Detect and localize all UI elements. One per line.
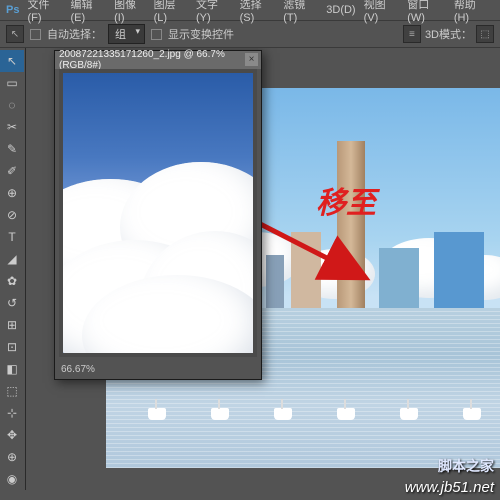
document-title: 20087221335171260_2.jpg @ 66.7%(RGB/8#) bbox=[59, 49, 257, 71]
tool-6[interactable]: ⊕ bbox=[0, 182, 24, 204]
show-transform-checkbox[interactable] bbox=[151, 29, 162, 40]
menu-layer[interactable]: 图层(L) bbox=[152, 0, 190, 25]
tool-12[interactable]: ⊞ bbox=[0, 314, 24, 336]
close-icon[interactable]: × bbox=[245, 53, 258, 66]
building bbox=[266, 255, 284, 308]
building bbox=[434, 232, 484, 308]
tool-17[interactable]: ✥ bbox=[0, 424, 24, 446]
menu-edit[interactable]: 编辑(E) bbox=[68, 0, 108, 25]
tool-15[interactable]: ⬚ bbox=[0, 380, 24, 402]
menu-bar: Ps 文件(F) 编辑(E) 图像(I) 图层(L) 文字(Y) 选择(S) 滤… bbox=[0, 0, 500, 20]
tool-5[interactable]: ✐ bbox=[0, 160, 24, 182]
d3-icon[interactable]: ⬚ bbox=[476, 25, 494, 43]
tool-13[interactable]: ⊡ bbox=[0, 336, 24, 358]
zoom-level[interactable]: 66.67% bbox=[61, 364, 95, 375]
tool-9[interactable]: ◢ bbox=[0, 248, 24, 270]
floating-window-titlebar[interactable]: 20087221335171260_2.jpg @ 66.7%(RGB/8#) … bbox=[55, 51, 261, 69]
menu-text[interactable]: 文字(Y) bbox=[194, 0, 234, 25]
d3-mode-label: 3D模式： bbox=[425, 26, 472, 42]
boats bbox=[106, 400, 500, 420]
menu-filter[interactable]: 滤镜(T) bbox=[281, 0, 320, 25]
tool-3[interactable]: ✂ bbox=[0, 116, 24, 138]
tool-10[interactable]: ✿ bbox=[0, 270, 24, 292]
tool-11[interactable]: ↺ bbox=[0, 292, 24, 314]
auto-select-checkbox[interactable] bbox=[30, 29, 41, 40]
tool-1[interactable]: ▭ bbox=[0, 72, 24, 94]
tool-0[interactable]: ↖ bbox=[0, 50, 24, 72]
tool-18[interactable]: ⊕ bbox=[0, 446, 24, 468]
menu-select[interactable]: 选择(S) bbox=[238, 0, 278, 25]
building bbox=[379, 248, 419, 309]
tool-4[interactable]: ✎ bbox=[0, 138, 24, 160]
menu-image[interactable]: 图像(I) bbox=[112, 0, 147, 25]
ps-logo: Ps bbox=[4, 3, 21, 17]
tool-16[interactable]: ⊹ bbox=[0, 402, 24, 424]
tool-14[interactable]: ◧ bbox=[0, 358, 24, 380]
clouds-image bbox=[63, 73, 253, 353]
floating-document-window[interactable]: 20087221335171260_2.jpg @ 66.7%(RGB/8#) … bbox=[54, 50, 262, 380]
tool-8[interactable]: T bbox=[0, 226, 24, 248]
auto-select-dropdown[interactable]: 组 bbox=[108, 24, 145, 44]
align-icon[interactable]: ≡ bbox=[403, 25, 421, 43]
show-transform-label: 显示变换控件 bbox=[168, 26, 234, 42]
menu-file[interactable]: 文件(F) bbox=[25, 0, 64, 25]
tool-19[interactable]: ◉ bbox=[0, 468, 24, 490]
floating-status-bar: 66.67% bbox=[55, 359, 261, 379]
building bbox=[291, 232, 321, 308]
watermark-site: 脚本之家 bbox=[438, 456, 494, 476]
tool-7[interactable]: ⊘ bbox=[0, 204, 24, 226]
tool-2[interactable]: ◌ bbox=[0, 94, 24, 116]
menu-window[interactable]: 窗口(W) bbox=[405, 0, 448, 25]
tower-building bbox=[337, 141, 365, 308]
main-canvas[interactable]: 移至 20087221335171260_2.jpg @ 66.7%(RGB/8… bbox=[26, 48, 500, 500]
toolbox: ↖▭◌✂✎✐⊕⊘T◢✿↺⊞⊡◧⬚⊹✥⊕◉ bbox=[0, 48, 26, 490]
move-tool-icon[interactable]: ↖ bbox=[6, 25, 24, 43]
menu-help[interactable]: 帮助(H) bbox=[452, 0, 492, 25]
workspace: ↖▭◌✂✎✐⊕⊘T◢✿↺⊞⊡◧⬚⊹✥⊕◉ bbox=[0, 48, 500, 500]
floating-canvas[interactable] bbox=[59, 69, 257, 357]
menu-3d[interactable]: 3D(D) bbox=[324, 3, 357, 17]
menu-view[interactable]: 视图(V) bbox=[362, 0, 402, 25]
watermark-url: www.jb51.net bbox=[405, 479, 494, 496]
auto-select-label: 自动选择： bbox=[47, 26, 102, 42]
